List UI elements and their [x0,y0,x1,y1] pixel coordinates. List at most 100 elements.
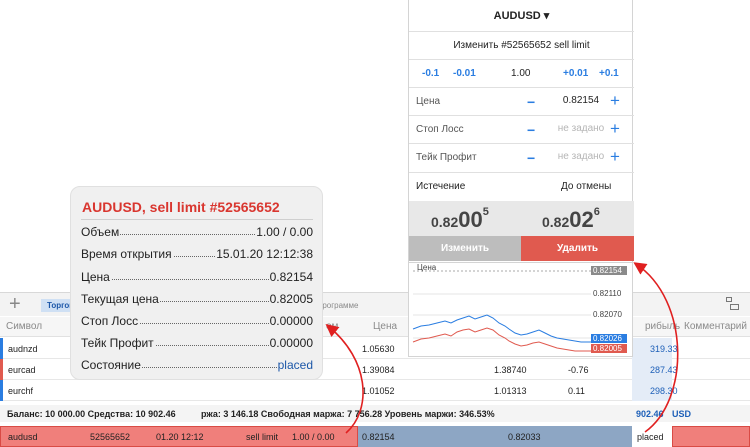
bid-quote-fraction: 5 [482,206,489,218]
popup-label: Стоп Лосс [81,314,140,328]
order-info-popup: AUDUSD, sell limit #52565652 Объем 1.00 … [70,186,323,380]
take-profit-minus-button[interactable]: − [527,151,535,165]
order-price: 0.82154 [362,432,395,442]
divider [409,172,634,173]
row-price: 1.01052 [362,386,395,396]
stop-loss-plus-button[interactable]: + [610,120,620,137]
popup-value: 15.01.20 12:12:38 [215,247,313,261]
popup-row-state: Состояние placed [81,358,313,374]
row-current: 1.38740 [494,365,527,375]
row-profit: 319.33 [650,344,678,354]
row-color-bar [0,338,3,359]
take-profit-input[interactable]: не задано [541,151,621,162]
level-tag-ask: 0.82026 [591,334,627,343]
level-label: 0.82110 [593,289,622,298]
balance-profit: 902.46 [636,409,664,419]
order-time: 01.20 12:12 [156,432,204,442]
expiry-select[interactable]: До отмены [561,181,611,192]
order-row[interactable]: audusd 52565652 01.20 12:12 sell limit 1… [0,426,750,447]
volume-plus-0.01-button[interactable]: +0.01 [563,68,588,79]
popup-row-current-price: Текущая цена 0.82005 [81,292,313,308]
add-icon[interactable]: + [9,293,21,315]
stop-loss-input[interactable]: не задано [541,123,621,134]
header-symbol[interactable]: Символ [6,321,42,332]
popup-value: 0.82154 [268,270,313,284]
popup-row-volume: Объем 1.00 / 0.00 [81,225,313,241]
bid-quote: 0.82005 [431,206,489,233]
balance-currency: USD [672,409,692,419]
popup-divider [81,219,313,220]
delete-button[interactable]: Удалить [521,236,634,261]
table-row[interactable]: eurchf 1.01052 1.01313 0.11 298.30 [0,380,750,401]
volume-minus-0.1-button[interactable]: -0.1 [422,68,439,79]
balance-bar: Баланс: 10 000.00 Средства: 10 902.46 рж… [0,405,750,422]
header-volume[interactable]: ем [326,321,338,332]
popup-title: AUDUSD, sell limit #52565652 [82,199,280,215]
bid-quote-prefix: 0.82 [431,214,459,230]
row-color-bar [0,380,3,401]
row-current: 1.01313 [494,386,527,396]
row-swap: -0.76 [568,365,589,375]
header-profit[interactable]: рибыль [645,321,680,332]
divider [409,143,634,144]
order-volume: 1.00 / 0.00 [292,432,335,442]
level-label: 0.82070 [593,310,622,319]
order-state: placed [637,432,664,442]
level-tag-bid: 0.82005 [591,344,627,353]
order-current-price: 0.82033 [508,432,541,442]
price-input[interactable]: 0.82154 [541,95,621,106]
ask-quote-fraction: 6 [593,206,600,218]
order-ticket: 52565652 [90,432,131,442]
quotes-panel: 0.82005 0.82026 [409,201,634,236]
header-price[interactable]: Цена [373,321,397,332]
symbol-selector[interactable]: AUDUSD ▾ [409,9,634,22]
popup-value: 1.00 / 0.00 [255,225,313,239]
level-tag-order: 0.82154 [591,266,627,275]
ask-quote-pips: 02 [569,207,594,232]
popup-label: Объем [81,225,121,239]
row-swap: 0.11 [568,386,585,396]
ask-quote: 0.82026 [542,206,600,233]
popup-value: 0.00000 [268,336,313,350]
popup-label: Цена [81,270,111,284]
balance-right: ржа: 3 146.18 Свободная маржа: 7 756.28 … [201,409,495,419]
popup-row-take-profit: Тейк Профит 0.00000 [81,336,313,352]
modify-order-dialog: AUDUSD ▾ Изменить #52565652 sell limit -… [408,0,634,266]
divider [409,59,634,60]
popup-label: Состояние [81,358,142,372]
volume-value[interactable]: 1.00 [511,68,530,79]
price-minus-button[interactable]: − [527,95,535,109]
modify-button[interactable]: Изменить [409,236,521,261]
order-type: sell limit [246,432,279,442]
price-plus-button[interactable]: + [610,92,620,109]
row-symbol: audnzd [8,344,38,354]
popup-row-open-time: Время открытия 15.01.20 12:12:38 [81,247,313,263]
volume-minus-0.01-button[interactable]: -0.01 [453,68,476,79]
popup-value: 0.82005 [268,292,313,306]
layout-icon[interactable] [726,297,740,311]
volume-plus-0.1-button[interactable]: +0.1 [599,68,619,79]
stop-loss-label: Стоп Лосс [416,124,464,135]
popup-label: Тейк Профит [81,336,155,350]
chart-price-label: Цена [417,263,437,272]
take-profit-plus-button[interactable]: + [610,148,620,165]
tick-chart: Цена 0.82154 0.82110 0.82070 0.82026 0.8… [408,262,633,357]
divider [409,115,634,116]
popup-row-stop-loss: Стоп Лосс 0.00000 [81,314,313,330]
popup-value: 0.00000 [268,314,313,328]
popup-label: Текущая цена [81,292,160,306]
stop-loss-minus-button[interactable]: − [527,123,535,137]
expiry-label: Истечение [416,181,466,192]
order-comment-cell [672,426,750,447]
popup-row-price: Цена 0.82154 [81,270,313,286]
row-price: 1.39084 [362,365,395,375]
bid-quote-pips: 00 [458,207,483,232]
ask-quote-prefix: 0.82 [542,214,570,230]
dialog-title: Изменить #52565652 sell limit [453,40,590,51]
popup-label: Время открытия [81,247,173,261]
row-price: 1.05630 [362,344,395,354]
header-comment[interactable]: Комментарий [684,321,747,332]
row-symbol: eurchf [8,386,34,396]
tab-history[interactable]: программе [318,301,359,310]
divider [409,31,634,32]
